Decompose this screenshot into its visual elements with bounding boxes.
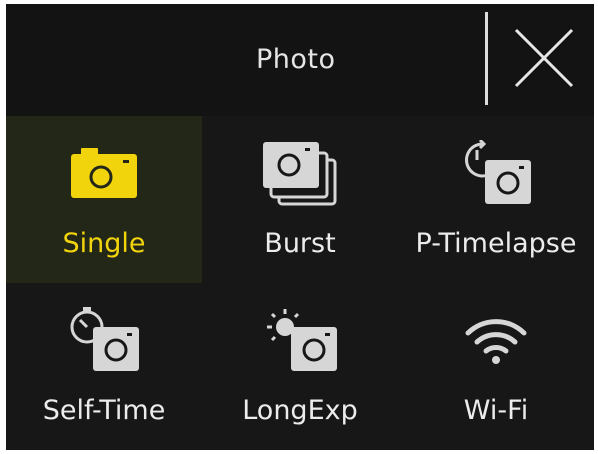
- mode-long-exp[interactable]: LongExp: [202, 283, 398, 450]
- mode-label-long-exp: LongExp: [242, 395, 358, 426]
- self-timer-camera-icon: [70, 307, 139, 371]
- camera-screen: Photo Single Burst P-Timelapse Self-Time…: [6, 4, 594, 450]
- long-exposure-camera-icon: [267, 309, 337, 371]
- mode-wifi[interactable]: Wi-Fi: [398, 283, 594, 450]
- header-bar: Photo: [6, 4, 594, 116]
- camera-icon: [71, 148, 137, 198]
- mode-self-time[interactable]: Self-Time: [6, 283, 202, 450]
- page-title: Photo: [256, 44, 336, 75]
- wifi-icon: [465, 319, 527, 364]
- mode-label-self-time: Self-Time: [42, 395, 166, 426]
- mode-label-burst: Burst: [264, 228, 336, 259]
- mode-single[interactable]: Single: [6, 116, 202, 283]
- mode-grid: Single Burst P-Timelapse Self-Time LongE…: [6, 116, 594, 450]
- close-button[interactable]: [506, 20, 582, 96]
- mode-label-single: Single: [62, 228, 146, 259]
- close-icon: [514, 28, 574, 88]
- mode-label-wifi: Wi-Fi: [463, 395, 529, 426]
- mode-p-timelapse[interactable]: P-Timelapse: [398, 116, 594, 283]
- mode-burst[interactable]: Burst: [202, 116, 398, 283]
- header-divider: [485, 12, 488, 105]
- timelapse-camera-icon: [465, 140, 531, 204]
- mode-label-p-timelapse: P-Timelapse: [415, 228, 577, 259]
- burst-camera-icon: [263, 142, 337, 206]
